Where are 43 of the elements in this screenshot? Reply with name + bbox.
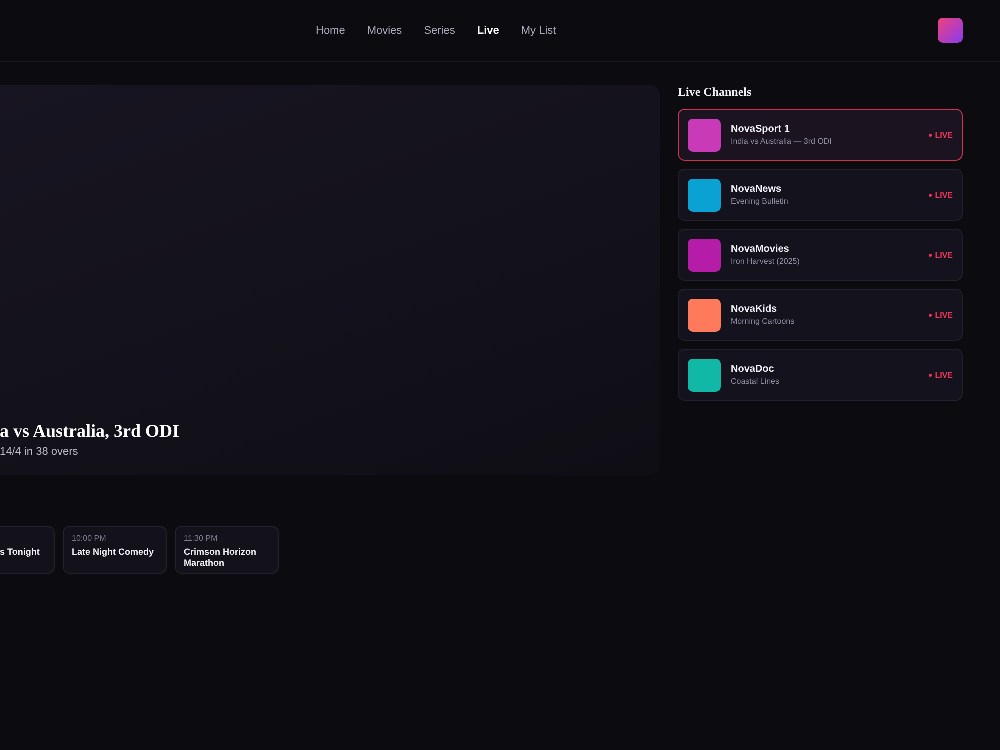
nav-link[interactable]: Live (477, 24, 500, 36)
nav-link[interactable]: My List (521, 24, 556, 36)
channel-program: India vs Australia — 3rd ODI (731, 137, 833, 146)
schedule-card[interactable]: 10:00 PM Late Night Comedy (63, 526, 167, 574)
video-player[interactable]: a vs Australia, 3rd ODI 14/4 in 38 overs (0, 85, 660, 475)
channel-card[interactable]: NovaNews Evening Bulletin LIVE (678, 169, 963, 221)
channel-card[interactable]: NovaKids Morning Cartoons LIVE (678, 289, 963, 341)
channel-name: NovaDoc (731, 364, 776, 375)
live-label: LIVE (935, 310, 953, 320)
schedule-card[interactable]: 11:30 PM Crimson Horizon Marathon (175, 526, 279, 574)
live-dot-icon (929, 134, 932, 136)
nav-link[interactable]: Home (316, 24, 346, 36)
section-heading: Live Channels (678, 85, 753, 101)
program-title: a vs Australia, 3rd ODI (0, 420, 181, 442)
schedule-card[interactable]: s Tonight (0, 526, 55, 574)
channel-program: Evening Bulletin (731, 197, 790, 206)
channel-program: Coastal Lines (731, 377, 780, 386)
channel-card[interactable]: NovaDoc Coastal Lines LIVE (678, 349, 963, 401)
schedule-title: s Tonight (0, 547, 41, 558)
profile-avatar[interactable] (938, 18, 963, 43)
channel-name: NovaKids (731, 304, 778, 315)
live-label: LIVE (935, 130, 953, 140)
live-dot-icon (929, 314, 932, 316)
channel-card[interactable]: NovaMovies Iron Harvest (2025) LIVE (678, 229, 963, 281)
live-dot-icon (929, 194, 932, 196)
channel-name: NovaMovies (731, 244, 790, 255)
schedule-title: Late Night Comedy (72, 547, 156, 558)
schedule-time: 10:00 PM (72, 534, 108, 545)
live-dot-icon (929, 374, 932, 376)
live-dot-icon (929, 254, 932, 256)
channel-name: NovaNews (731, 184, 783, 195)
nav-link[interactable]: Series (424, 24, 456, 36)
schedule-title: Crimson Horizon Marathon (184, 547, 258, 569)
channel-card[interactable]: NovaSport 1 India vs Australia — 3rd ODI LIVE (678, 109, 963, 161)
live-label: LIVE (935, 190, 953, 200)
schedule-time: 11:30 PM (184, 534, 219, 545)
program-score: 14/4 in 38 overs (0, 446, 80, 458)
live-label: LIVE (935, 250, 953, 260)
channel-program: Morning Cartoons (731, 317, 796, 326)
channel-name: NovaSport 1 (731, 124, 791, 135)
live-label: LIVE (935, 370, 953, 380)
nav-link[interactable]: Movies (367, 24, 402, 36)
channel-program: Iron Harvest (2025) (731, 257, 801, 266)
